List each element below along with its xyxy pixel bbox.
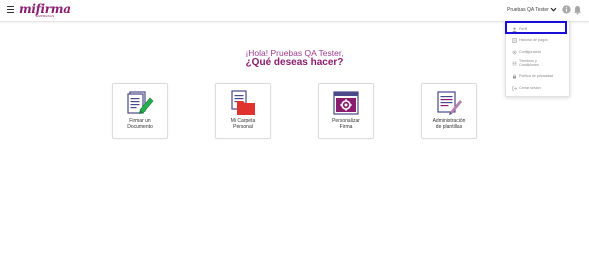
personal-folder-card[interactable]: Mi Carpeta Personal	[215, 83, 271, 139]
page-title: ¿Qué deseas hacer?	[245, 57, 344, 68]
user-dropdown-menu: Perfil Historial de pagos Configuración …	[505, 21, 570, 97]
menu-item-profile[interactable]: Perfil	[512, 25, 568, 33]
user-icon	[512, 27, 517, 32]
menu-item-logout[interactable]: Cerrar sesión	[512, 84, 568, 92]
sign-document-icon	[127, 91, 154, 114]
menu-icon[interactable]	[7, 6, 14, 13]
top-bar: mifirma EMPRESAS Pruebas QA Tester	[0, 0, 589, 22]
template-edit-icon	[437, 91, 462, 115]
logo-tagline: EMPRESAS	[36, 14, 55, 18]
card-label: Mi Carpeta Personal	[230, 118, 256, 130]
settings-window-icon	[333, 91, 359, 115]
menu-item-label: Configuración	[519, 50, 542, 54]
menu-item-label: Historial de pagos	[519, 38, 548, 42]
chevron-down-icon[interactable]	[550, 6, 557, 13]
menu-item-terms[interactable]: Términos y Condiciones	[512, 59, 568, 67]
card-label: Firmar un Documento	[127, 118, 153, 130]
document-list-icon	[512, 61, 517, 65]
user-name[interactable]: Pruebas QA Tester	[507, 7, 549, 13]
folder-icon	[231, 90, 255, 115]
menu-item-label: Cerrar sesión	[519, 86, 541, 90]
gear-icon	[512, 49, 517, 55]
card-label: Personalizar Firma	[332, 118, 360, 130]
bell-icon[interactable]	[573, 5, 582, 15]
lock-icon	[513, 73, 516, 78]
menu-item-privacy[interactable]: Política de privacidad	[512, 72, 568, 80]
menu-item-label: Términos y Condiciones	[519, 59, 539, 67]
card-label: Administración de plantillas	[432, 118, 466, 130]
info-icon[interactable]	[562, 5, 571, 14]
sign-document-card[interactable]: Firmar un Documento	[112, 83, 168, 139]
receipt-icon	[512, 37, 517, 43]
customize-signature-card[interactable]: Personalizar Firma	[318, 83, 374, 139]
template-admin-card[interactable]: Administración de plantillas	[421, 83, 477, 139]
menu-item-label: Perfil	[519, 27, 528, 31]
menu-item-settings[interactable]: Configuración	[512, 48, 568, 56]
logout-icon	[512, 85, 517, 91]
menu-item-label: Política de privacidad	[519, 74, 554, 78]
menu-item-payment-history[interactable]: Historial de pagos	[512, 36, 568, 44]
